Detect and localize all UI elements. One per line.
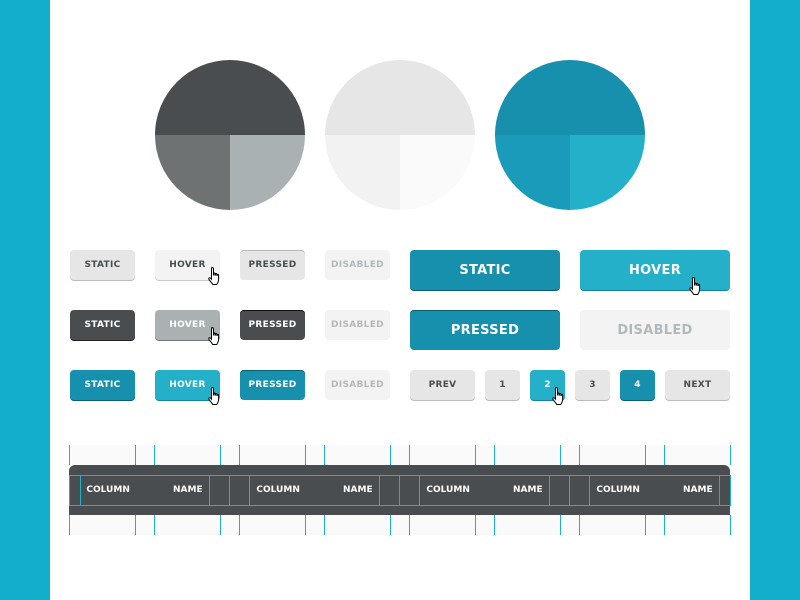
grid-line bbox=[475, 515, 476, 535]
gray-pressed-button[interactable]: PRESSED bbox=[240, 250, 305, 280]
grid-line bbox=[730, 515, 731, 535]
grid-line bbox=[229, 475, 230, 506]
pie-slice bbox=[155, 135, 230, 210]
grid-line bbox=[69, 445, 70, 465]
large-pressed-button[interactable]: PRESSED bbox=[410, 310, 560, 350]
grid-line bbox=[664, 515, 665, 535]
pie-slice bbox=[570, 135, 645, 210]
grid-line bbox=[560, 515, 561, 535]
grid-line bbox=[719, 475, 720, 506]
grid-line bbox=[209, 475, 210, 506]
pie-light bbox=[325, 60, 475, 210]
grid-line bbox=[409, 445, 410, 465]
dark-pressed-button[interactable]: PRESSED bbox=[240, 310, 305, 340]
pie-blue bbox=[495, 60, 645, 210]
grid-line bbox=[645, 515, 646, 535]
hand-pointer-icon bbox=[207, 326, 223, 346]
column-header[interactable]: COLUMN NAME bbox=[590, 476, 719, 505]
grid-line bbox=[379, 475, 380, 506]
pie-slice bbox=[325, 135, 400, 210]
blue-pressed-button[interactable]: PRESSED bbox=[240, 370, 305, 400]
column-header[interactable]: COLUMN NAME bbox=[420, 476, 549, 505]
grid-line bbox=[154, 445, 155, 465]
grid-line bbox=[579, 445, 580, 465]
grid-line bbox=[220, 445, 221, 465]
grid-line bbox=[324, 515, 325, 535]
grid-line bbox=[239, 515, 240, 535]
grid-line bbox=[475, 445, 476, 465]
grid-line bbox=[730, 475, 731, 506]
grid-line bbox=[549, 475, 550, 506]
large-hover-button[interactable]: HOVER bbox=[580, 250, 730, 290]
grid-line bbox=[220, 515, 221, 535]
pie-slice bbox=[495, 135, 570, 210]
hand-pointer-icon bbox=[207, 266, 223, 286]
grid-line bbox=[664, 445, 665, 465]
grid-line bbox=[494, 515, 495, 535]
pie-slice bbox=[230, 135, 305, 210]
blue-static-button[interactable]: STATIC bbox=[70, 370, 135, 400]
grid-line bbox=[560, 445, 561, 465]
grid-line bbox=[390, 515, 391, 535]
grid-line bbox=[69, 475, 70, 506]
grid-line bbox=[135, 445, 136, 465]
grid-band-bottom bbox=[69, 515, 730, 535]
grid-line bbox=[730, 445, 731, 465]
grid-line bbox=[579, 515, 580, 535]
pie-slice bbox=[495, 60, 645, 135]
grid-line bbox=[305, 445, 306, 465]
pie-gray bbox=[155, 60, 305, 210]
pagination-next-button[interactable]: NEXT bbox=[665, 370, 730, 400]
hand-pointer-icon bbox=[551, 386, 567, 406]
hand-pointer-icon bbox=[688, 276, 704, 296]
grid-line bbox=[494, 445, 495, 465]
grid-line bbox=[324, 445, 325, 465]
dark-disabled-button[interactable]: DISABLED bbox=[325, 310, 390, 340]
gray-static-button[interactable]: STATIC bbox=[70, 250, 135, 280]
grid-line bbox=[305, 515, 306, 535]
grid-line bbox=[154, 515, 155, 535]
pagination-page-4[interactable]: 4 bbox=[620, 370, 655, 400]
hand-pointer-icon bbox=[207, 386, 223, 406]
blue-disabled-button[interactable]: DISABLED bbox=[325, 370, 390, 400]
grid-line bbox=[135, 515, 136, 535]
large-static-button[interactable]: STATIC bbox=[410, 250, 560, 290]
grid-line bbox=[399, 475, 400, 506]
pie-slice bbox=[400, 135, 475, 210]
column-header[interactable]: COLUMN NAME bbox=[80, 476, 209, 505]
grid-line bbox=[390, 445, 391, 465]
grid-line bbox=[569, 475, 570, 506]
pie-slice bbox=[155, 60, 305, 135]
pie-slice bbox=[325, 60, 475, 135]
large-disabled-button[interactable]: DISABLED bbox=[580, 310, 730, 350]
pagination-page-3[interactable]: 3 bbox=[575, 370, 610, 400]
grid-line bbox=[409, 515, 410, 535]
pagination-page-1[interactable]: 1 bbox=[485, 370, 520, 400]
grid-line bbox=[645, 445, 646, 465]
pagination-prev-button[interactable]: PREV bbox=[410, 370, 475, 400]
grid-line bbox=[69, 515, 70, 535]
dark-static-button[interactable]: STATIC bbox=[70, 310, 135, 340]
column-header[interactable]: COLUMN NAME bbox=[250, 476, 379, 505]
grid-band-top bbox=[69, 445, 730, 465]
grid-line bbox=[239, 445, 240, 465]
gray-disabled-button[interactable]: DISABLED bbox=[325, 250, 390, 280]
